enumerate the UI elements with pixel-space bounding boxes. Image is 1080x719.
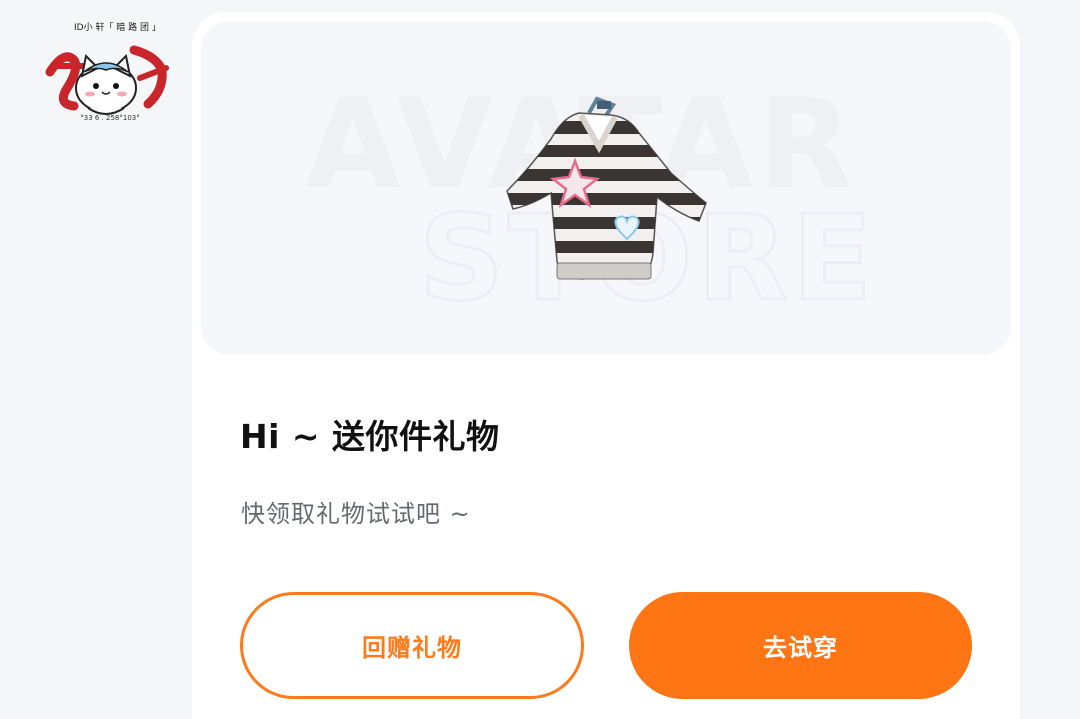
gift-page: ID小 轩「 暗 路 团 」 °33 6 . 258°103° Hi ~ 送你件…	[0, 0, 1080, 719]
gift-subtitle: 快领取礼物试试吧 ~	[241, 500, 471, 528]
gift-preview: AVATAR STORE	[201, 21, 1011, 355]
gift-title: Hi ~ 送你件礼物	[240, 417, 500, 456]
gift-card: AVATAR STORE	[192, 12, 1020, 719]
return-gift-button[interactable]: 回赠礼物	[240, 592, 584, 699]
striped-sweater-icon	[506, 96, 707, 280]
avatar-caption: ID小 轩「 暗 路 团 」	[74, 23, 161, 33]
cat-sticker-icon	[45, 45, 169, 115]
user-avatar[interactable]: ID小 轩「 暗 路 团 」 °33 6 . 258°103°	[44, 20, 170, 128]
avatar-footer: °33 6 . 258°103°	[80, 114, 140, 122]
try-on-button[interactable]: 去试穿	[629, 592, 972, 699]
